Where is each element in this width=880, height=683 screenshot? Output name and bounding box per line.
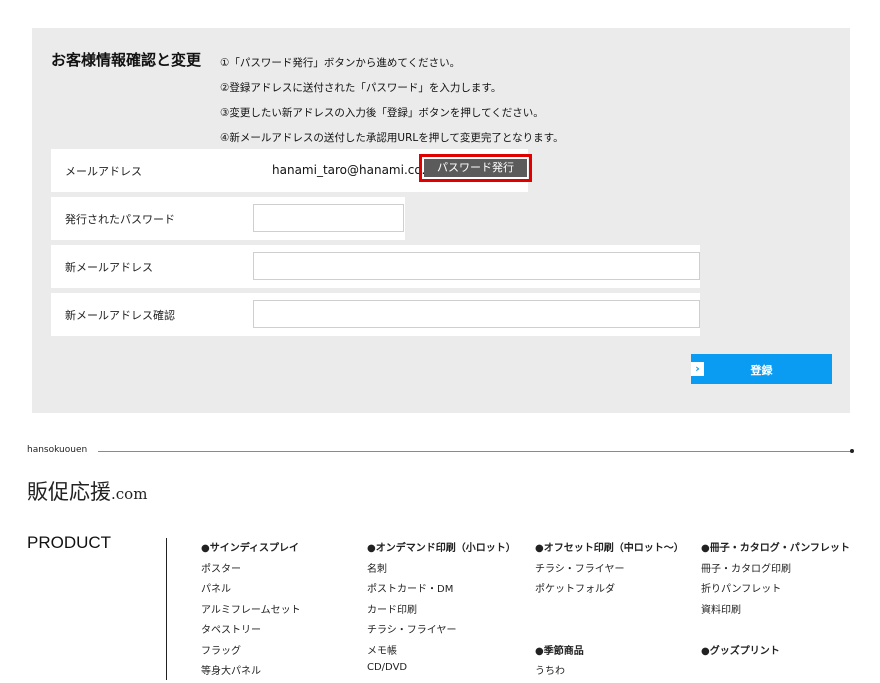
product-link[interactable]: パネル (201, 580, 301, 601)
product-column-offset: ●オフセット印刷（中ロット〜） チラシ・フライヤー ポケットフォルダ ●季節商品… (535, 539, 684, 683)
category-heading[interactable]: ●グッズプリント (701, 642, 850, 663)
issue-password-highlight: パスワード発行 (419, 154, 532, 182)
product-link[interactable]: チラシ・フライヤー (535, 560, 684, 581)
brand-line-label: hansokuouen (27, 445, 88, 455)
product-column-on-demand: ●オンデマンド印刷（小ロット） 名刺 ポストカード・DM カード印刷 チラシ・フ… (367, 539, 516, 683)
email-row: メールアドレス hanami_taro@hanami.co.jp パスワード発行 (51, 149, 532, 192)
product-link[interactable]: 資料印刷 (701, 601, 850, 622)
submit-button[interactable]: › 登録 (691, 354, 832, 384)
product-link[interactable]: 等身大パネル (201, 662, 301, 683)
submit-button-label: 登録 (750, 364, 773, 377)
email-label: メールアドレス (65, 165, 142, 178)
category-heading[interactable]: ●季節商品 (535, 642, 684, 663)
new-email-confirm-label: 新メールアドレス確認 (65, 309, 175, 322)
column-spacer (535, 601, 684, 622)
email-value: hanami_taro@hanami.co.jp (272, 163, 437, 177)
instruction-step-3: ③変更したい新アドレスの入力後「登録」ボタンを押してください。 (220, 107, 544, 119)
instruction-step-4: ④新メールアドレスの送付した承認用URLを押して変更完了となります。 (220, 132, 564, 144)
category-heading[interactable]: ●冊子・カタログ・パンフレット (701, 539, 850, 560)
category-heading[interactable]: ●オンデマンド印刷（小ロット） (367, 539, 516, 560)
new-email-confirm-row: 新メールアドレス確認 (51, 293, 700, 336)
brand-divider (98, 451, 851, 452)
column-spacer (701, 621, 850, 642)
product-link[interactable]: ポスター (201, 560, 301, 581)
divider-end-dot (850, 449, 854, 453)
logo-main-text: 販促応援 (27, 480, 111, 504)
product-column-booklet: ●冊子・カタログ・パンフレット 冊子・カタログ印刷 折りパンフレット 資料印刷 … (701, 539, 850, 662)
product-link[interactable]: アルミフレームセット (201, 601, 301, 622)
new-email-label: 新メールアドレス (65, 261, 153, 274)
new-email-confirm-input[interactable] (253, 300, 700, 328)
instruction-step-1: ①「パスワード発行」ボタンから進めてください。 (220, 57, 461, 69)
issued-password-input[interactable] (253, 204, 404, 232)
product-heading: PRODUCT (27, 533, 112, 552)
form-title: お客様情報確認と変更 (51, 51, 202, 69)
issued-password-row: 発行されたパスワード (51, 197, 405, 240)
instruction-step-2: ②登録アドレスに送付された「パスワード」を入力します。 (220, 82, 502, 94)
product-column-sign-display: ●サインディスプレイ ポスター パネル アルミフレームセット タペストリー フラ… (201, 539, 301, 683)
product-link[interactable]: チラシ・フライヤー (367, 621, 516, 642)
product-link[interactable]: タペストリー (201, 621, 301, 642)
instruction-list: ①「パスワード発行」ボタンから進めてください。 ②登録アドレスに送付された「パス… (220, 51, 564, 151)
logo-suffix-text: .com (111, 485, 148, 503)
product-link[interactable]: カード印刷 (367, 601, 516, 622)
product-link[interactable]: メモ帳 (367, 642, 516, 663)
product-link[interactable]: うちわ (535, 662, 684, 683)
site-logo[interactable]: 販促応援.com (27, 476, 147, 506)
product-link[interactable]: ポストカード・DM (367, 580, 516, 601)
product-link[interactable]: 折りパンフレット (701, 580, 850, 601)
product-link[interactable]: 冊子・カタログ印刷 (701, 560, 850, 581)
product-link[interactable]: ポケットフォルダ (535, 580, 684, 601)
new-email-row: 新メールアドレス (51, 245, 700, 288)
category-heading[interactable]: ●サインディスプレイ (201, 539, 301, 560)
product-link[interactable]: 名刺 (367, 560, 516, 581)
issued-password-label: 発行されたパスワード (65, 213, 175, 226)
column-spacer (535, 621, 684, 642)
product-divider (166, 538, 167, 680)
customer-info-panel: お客様情報確認と変更 ①「パスワード発行」ボタンから進めてください。 ②登録アド… (32, 28, 850, 413)
category-heading[interactable]: ●オフセット印刷（中ロット〜） (535, 539, 684, 560)
issue-password-button[interactable]: パスワード発行 (424, 159, 527, 177)
new-email-input[interactable] (253, 252, 700, 280)
product-link[interactable]: フラッグ (201, 642, 301, 663)
product-link[interactable]: CD/DVD (367, 662, 516, 683)
